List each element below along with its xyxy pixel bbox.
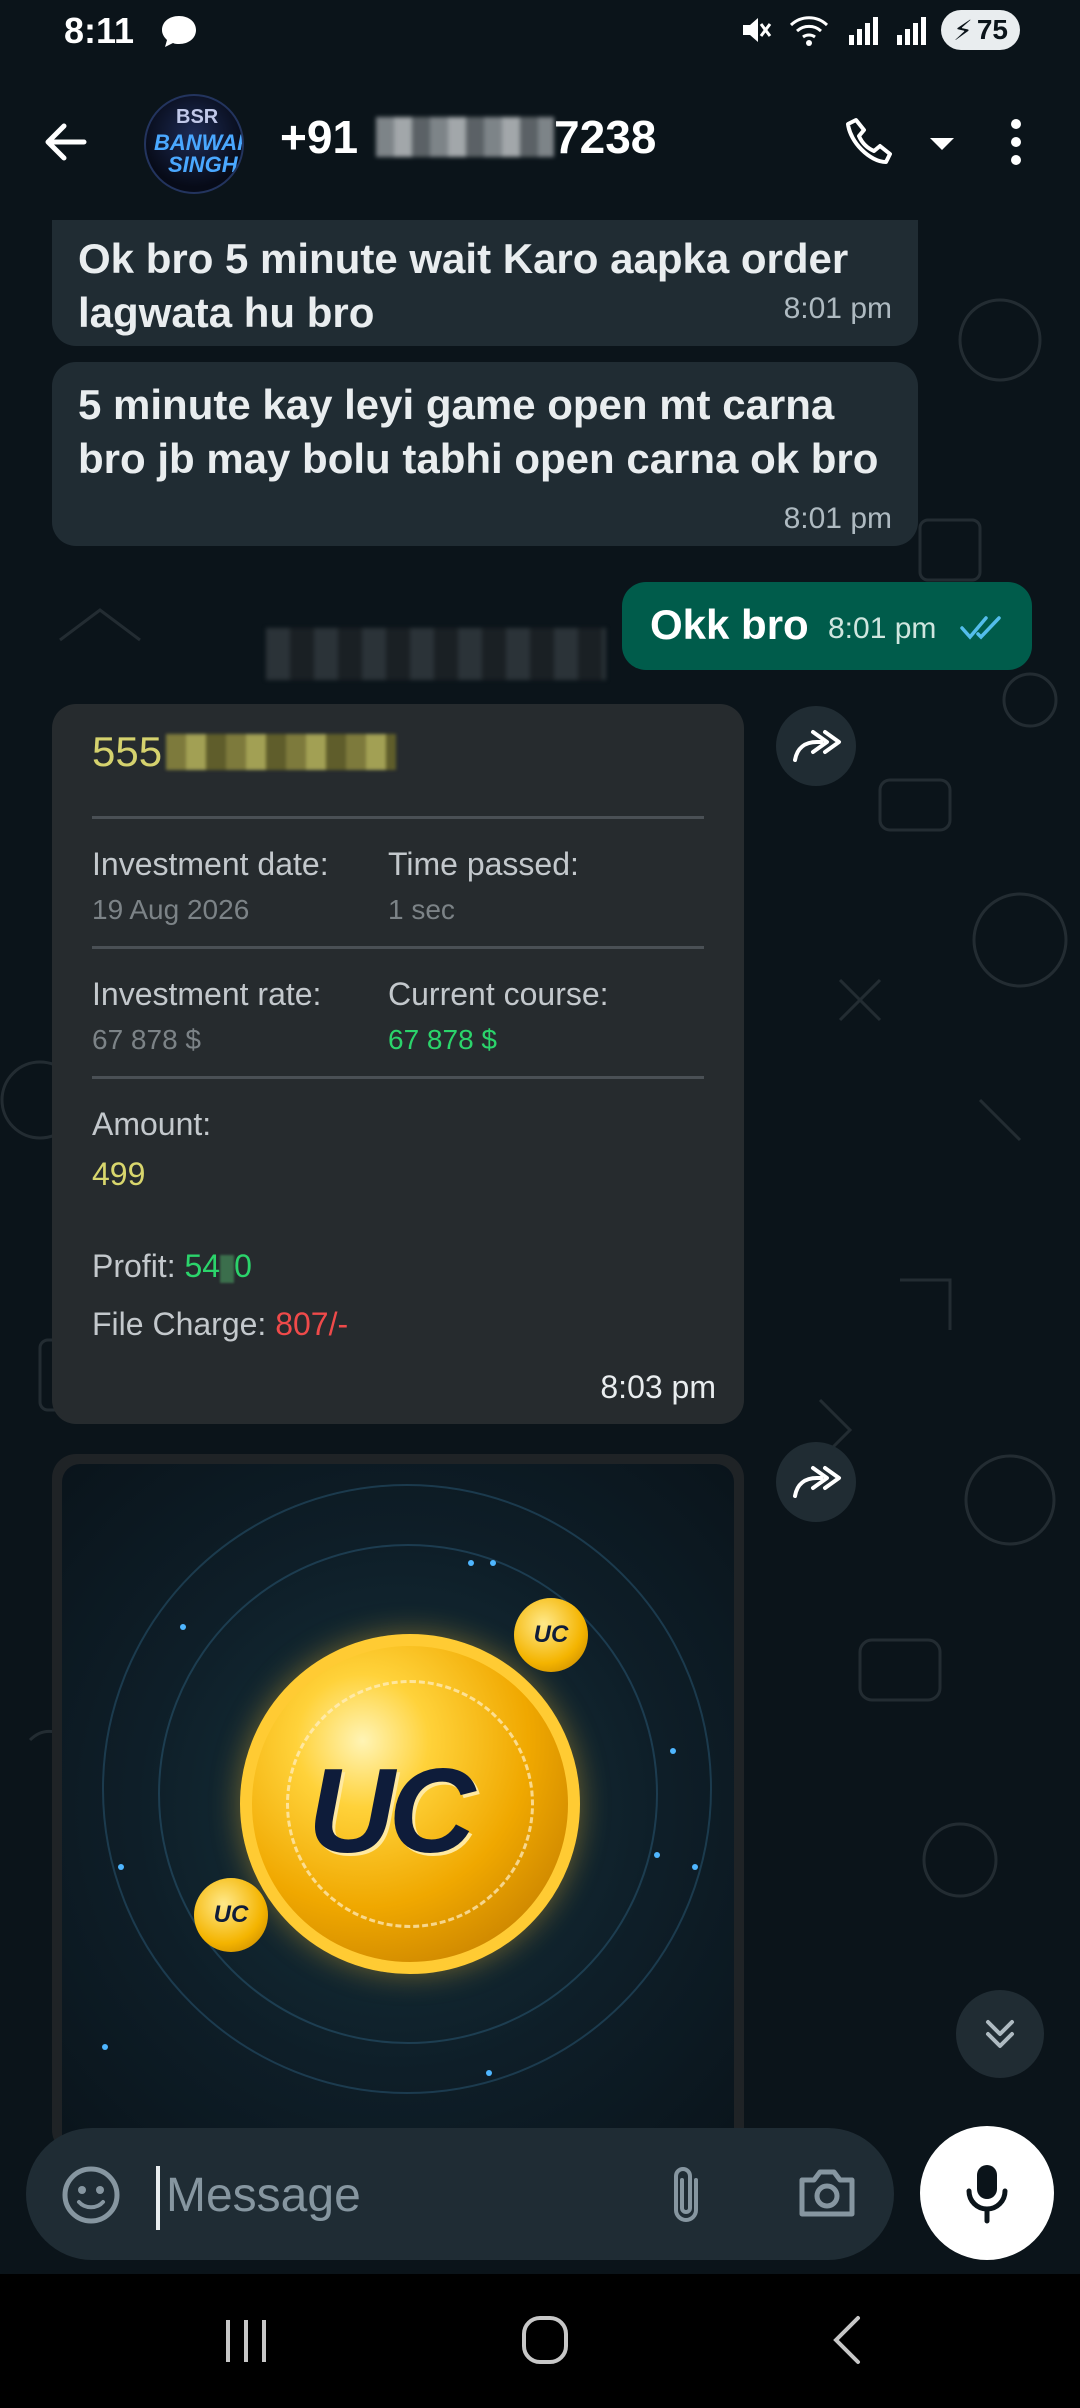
divider: [92, 1076, 704, 1079]
read-receipt-icon: [960, 616, 1001, 640]
signal-icon-2: [897, 17, 927, 45]
investment-date-value: 19 Aug 2026: [92, 894, 250, 925]
chat-header: BSR BANWAR SINGH +91 7238: [0, 64, 1080, 220]
redacted-digit: [220, 1254, 235, 1283]
investment-rate-label: Investment rate:: [92, 976, 322, 1012]
phone-icon[interactable]: [842, 114, 898, 170]
status-bar: 8:11 ⚡ 75: [0, 0, 1080, 64]
attach-icon[interactable]: [666, 2162, 706, 2226]
file-charge-row: File Charge: 807/-: [92, 1306, 348, 1343]
divider: [92, 946, 704, 949]
message-time: 8:01 pm: [783, 502, 892, 535]
investment-rate-value: 67 878 $: [92, 1024, 201, 1055]
card-id: 555: [92, 728, 397, 776]
home-icon[interactable]: [520, 2314, 570, 2366]
forward-icon: [793, 730, 841, 762]
message-input[interactable]: Message: [166, 2168, 361, 2223]
chat-area[interactable]: Ok bro 5 minute wait Karo aapka order la…: [0, 220, 1080, 2150]
message-text: lagwata hu bro: [78, 289, 375, 336]
battery-indicator: ⚡ 75: [941, 10, 1020, 50]
profit-row: Profit: 54 0: [92, 1248, 252, 1284]
back-arrow-icon[interactable]: [40, 116, 92, 168]
message-time: 8:01 pm: [783, 292, 892, 325]
file-charge-value: 807/-: [275, 1306, 349, 1342]
emoji-icon[interactable]: [60, 2164, 122, 2226]
message-time: 8:01 pm: [828, 612, 937, 645]
incoming-message[interactable]: Ok bro 5 minute wait Karo aapka order la…: [52, 220, 918, 346]
profit-value: 54: [184, 1248, 221, 1284]
double-chevron-down-icon: [986, 2020, 1014, 2048]
mini-coin: UC: [514, 1598, 588, 1672]
incoming-message[interactable]: 5 minute kay leyi game open mt carna bro…: [52, 362, 918, 546]
mini-coin: UC: [194, 1878, 268, 1952]
message-text: Ok bro 5 minute wait Karo aapka order: [78, 235, 849, 282]
amount-value: 499: [92, 1156, 146, 1192]
mic-icon: [966, 2165, 1008, 2224]
time-passed-label: Time passed:: [388, 846, 579, 882]
mic-button[interactable]: [920, 2126, 1054, 2260]
system-navigation-bar: [0, 2274, 1080, 2408]
status-time: 8:11: [64, 10, 135, 51]
uc-label: UC: [308, 1744, 475, 1878]
outgoing-message[interactable]: Okk bro 8:01 pm: [622, 582, 1032, 670]
image-message[interactable]: UC UC UC: [52, 1454, 744, 2150]
investment-card[interactable]: 555 Investment date: 19 Aug 2026 Time pa…: [52, 704, 744, 1424]
avatar[interactable]: BSR BANWAR SINGH: [144, 94, 244, 194]
signal-icon: [849, 17, 879, 45]
contact-prefix: +91: [280, 111, 359, 163]
uc-coin: UC: [240, 1634, 580, 1974]
contact-suffix: 7238: [554, 111, 657, 163]
message-text: 5 minute kay leyi game open mt carna: [78, 381, 835, 428]
current-course-label: Current course:: [388, 976, 609, 1012]
recent-apps-icon[interactable]: [222, 2316, 270, 2366]
battery-bolt-icon: ⚡: [953, 14, 973, 46]
battery-level: 75: [976, 14, 1008, 45]
forward-button[interactable]: [776, 706, 856, 786]
redacted-id: [166, 734, 397, 770]
nav-back-icon[interactable]: [830, 2314, 864, 2366]
profit-label: Profit:: [92, 1248, 176, 1284]
current-course-value: 67 878 $: [388, 1024, 497, 1055]
forward-icon: [793, 1466, 841, 1498]
time-passed-value: 1 sec: [388, 894, 455, 925]
divider: [92, 816, 704, 819]
text-cursor: [156, 2166, 160, 2230]
avatar-logo: BSR: [176, 106, 219, 128]
contact-name[interactable]: +91 7238: [280, 110, 656, 164]
more-vert-icon[interactable]: [1004, 114, 1028, 170]
redacted-number: [376, 117, 555, 157]
message-time: 8:03 pm: [600, 1369, 716, 1405]
investment-date-label: Investment date:: [92, 846, 329, 882]
uc-image: UC UC UC: [62, 1464, 734, 2150]
forward-button[interactable]: [776, 1442, 856, 1522]
wifi-icon: [790, 16, 829, 46]
scroll-to-bottom-button[interactable]: [956, 1990, 1044, 2078]
amount-label: Amount:: [92, 1106, 212, 1142]
message-text: Okk bro: [650, 601, 809, 648]
redacted-area: [266, 628, 606, 680]
message-composer[interactable]: Message: [26, 2128, 894, 2260]
message-notification-icon: [162, 16, 196, 47]
camera-icon[interactable]: [796, 2166, 858, 2220]
message-text: bro jb may bolu tabhi open carna ok bro: [78, 435, 879, 482]
mute-icon: [743, 18, 772, 42]
file-charge-label: File Charge:: [92, 1306, 267, 1342]
chevron-down-icon[interactable]: [928, 134, 956, 154]
